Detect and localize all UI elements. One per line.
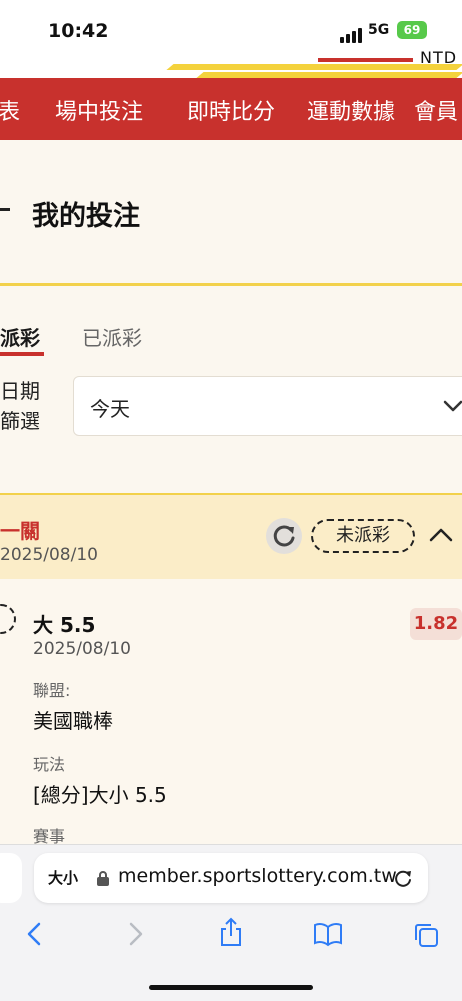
forward-arrow-icon[interactable] bbox=[124, 921, 146, 947]
nav-item-schedule[interactable]: 表 bbox=[0, 94, 20, 126]
nav-item-member[interactable]: 會員 bbox=[414, 94, 458, 126]
bet-selection: 大 5.5 bbox=[33, 613, 96, 637]
main-nav: 表 場中投注 即時比分 運動數據 會員 bbox=[0, 78, 462, 140]
bet-card-header[interactable]: 一關 2025/08/10 未派彩 bbox=[0, 493, 462, 579]
date-filter-select[interactable]: 今天 bbox=[73, 376, 462, 436]
signal-icon bbox=[340, 24, 364, 43]
tab-active-indicator bbox=[0, 352, 44, 356]
bet-type: 一關 bbox=[0, 519, 40, 543]
tab-unsettled[interactable]: 派彩 bbox=[0, 322, 40, 351]
chevron-up-icon[interactable] bbox=[428, 525, 454, 545]
odds-badge: 1.82 bbox=[410, 608, 462, 640]
bet-date: 2025/08/10 bbox=[0, 545, 98, 565]
currency-label: NTD bbox=[420, 48, 458, 67]
text-size-button[interactable]: 大小 bbox=[48, 867, 78, 888]
url-text: member.sportslottery.com.tw bbox=[118, 865, 397, 887]
address-bar[interactable]: 大小 member.sportslottery.com.tw bbox=[34, 853, 428, 903]
league-value: 美國職棒 bbox=[33, 709, 113, 733]
nav-item-live-score[interactable]: 即時比分 bbox=[187, 94, 275, 126]
network-type: 5G bbox=[368, 22, 390, 38]
selection-status-icon bbox=[0, 604, 16, 634]
home-indicator bbox=[149, 985, 313, 990]
back-icon[interactable] bbox=[0, 208, 10, 211]
date-filter-value: 今天 bbox=[90, 397, 130, 421]
nav-item-live-betting[interactable]: 場中投注 bbox=[55, 94, 143, 126]
league-label: 聯盟: bbox=[33, 681, 71, 700]
status-time: 10:42 bbox=[48, 20, 109, 42]
reload-icon[interactable] bbox=[392, 867, 414, 889]
market-label: 玩法 bbox=[33, 755, 66, 774]
lock-icon bbox=[97, 871, 109, 886]
browser-toolbar: 大小 member.sportslottery.com.tw bbox=[0, 844, 462, 1001]
tab-settled[interactable]: 已派彩 bbox=[82, 322, 142, 351]
refresh-button[interactable] bbox=[266, 518, 302, 554]
date-filter-label: 日期 篩選 bbox=[0, 376, 40, 436]
nav-item-sports-data[interactable]: 運動數據 bbox=[307, 94, 395, 126]
battery-icon: 69 bbox=[397, 21, 427, 39]
date-filter-label-line1: 日期 bbox=[0, 379, 40, 403]
tabs-icon[interactable] bbox=[412, 921, 440, 949]
previous-tab-preview[interactable] bbox=[0, 853, 22, 903]
refresh-icon bbox=[273, 525, 295, 547]
page-title: 我的投注 bbox=[32, 201, 140, 232]
chevron-down-icon bbox=[443, 400, 462, 412]
bookmarks-icon[interactable] bbox=[312, 921, 344, 947]
share-icon[interactable] bbox=[218, 917, 244, 947]
header-banner bbox=[0, 58, 462, 78]
date-filter-label-line2: 篩選 bbox=[0, 409, 40, 433]
status-badge: 未派彩 bbox=[311, 519, 415, 553]
market-value: [總分]大小 5.5 bbox=[33, 783, 167, 807]
event-date: 2025/08/10 bbox=[33, 639, 131, 659]
bet-detail: 大 5.5 2025/08/10 1.82 聯盟: 美國職棒 玩法 [總分]大小… bbox=[0, 579, 462, 846]
back-arrow-icon[interactable] bbox=[24, 921, 46, 947]
divider bbox=[0, 283, 462, 286]
